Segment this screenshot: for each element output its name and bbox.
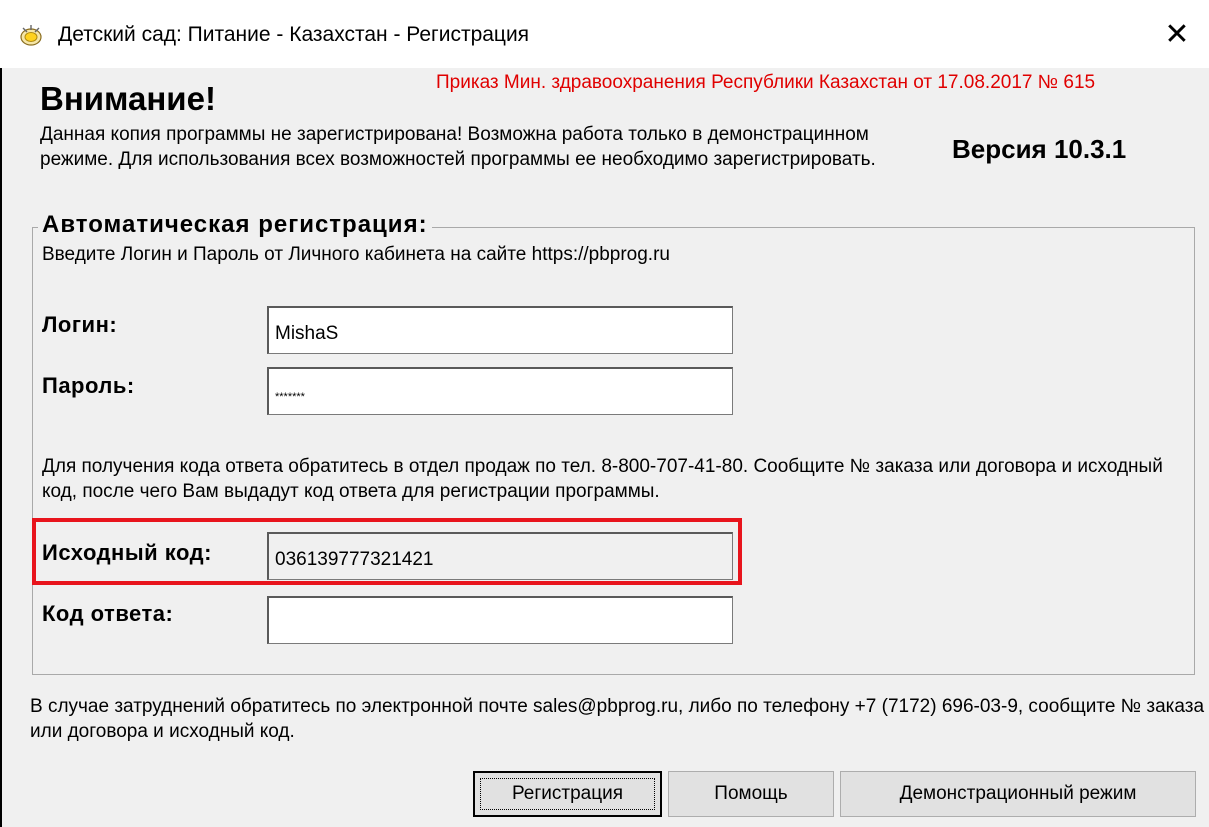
register-button[interactable]: Регистрация [473, 771, 662, 817]
login-input[interactable] [267, 306, 733, 354]
unregistered-warning: Данная копия программы не зарегистрирова… [40, 124, 876, 170]
app-icon [18, 22, 44, 48]
version-label: Версия 10.3.1 [952, 134, 1127, 164]
sales-info: Для получения кода ответа обратитесь в о… [42, 456, 1163, 502]
password-label: Пароль: [42, 373, 135, 398]
close-icon[interactable]: ✕ [1160, 18, 1194, 52]
demo-mode-button[interactable]: Демонстрационный режим [840, 771, 1196, 817]
password-input[interactable] [267, 367, 733, 415]
response-code-input[interactable] [267, 596, 733, 644]
help-button[interactable]: Помощь [668, 771, 834, 817]
focus-rect [480, 778, 655, 810]
response-code-label: Код ответа: [42, 601, 174, 626]
contact-info: В случае затруднений обратитесь по элект… [30, 696, 1205, 742]
window-title: Детский сад: Питание - Казахстан - Регис… [58, 23, 530, 46]
auto-registration-title: Автоматическая регистрация: [38, 211, 432, 239]
login-label: Логин: [42, 312, 118, 337]
login-hint: Введите Логин и Пароль от Личного кабине… [42, 244, 670, 265]
source-code-highlight [32, 518, 742, 585]
attention-heading: Внимание! [40, 80, 216, 117]
window-left-border [0, 68, 2, 827]
order-reference: Приказ Мин. здравоохранения Республики К… [436, 72, 1096, 93]
